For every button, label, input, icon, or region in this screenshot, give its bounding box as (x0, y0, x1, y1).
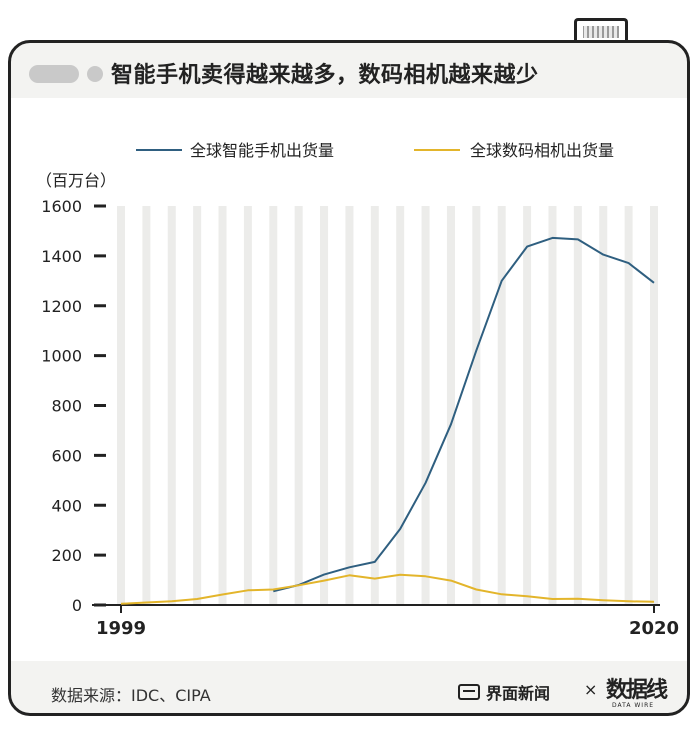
grid-band (497, 206, 506, 605)
chart-legend: 全球智能手机出货量 全球数码相机出货量 (136, 141, 614, 160)
legend-label: 全球智能手机出货量 (190, 141, 334, 160)
smartphone-series-line (273, 236, 655, 593)
grid-band (396, 206, 405, 605)
grid-band (269, 206, 278, 605)
grid-band (142, 206, 151, 605)
grid-band (243, 206, 252, 605)
grid-band (218, 206, 227, 605)
y-tick-label: 200 (51, 546, 82, 565)
chart-svg: 0 200 400 600 800 1000 1200 1400 1600 （百万台） 1999 20… (36, 141, 679, 639)
grid-band (523, 206, 532, 605)
x-tick-label: 1999 (96, 618, 146, 639)
y-tick-label: 400 (51, 496, 82, 515)
grid-band (472, 206, 481, 605)
x-tick-label: 2020 (629, 618, 679, 639)
y-tick-label: 1000 (41, 347, 82, 366)
grid-band (117, 206, 125, 605)
grid-band (548, 206, 557, 605)
legend-label: 全球数码相机出货量 (470, 141, 614, 160)
y-axis-label: （百万台） (36, 171, 116, 190)
grid-band (294, 206, 303, 605)
y-tick-label: 0 (72, 596, 82, 615)
grid-band (421, 206, 430, 605)
y-tick-label: 1400 (41, 247, 82, 266)
y-tick-label: 600 (51, 446, 82, 465)
grid-band (573, 206, 582, 605)
grid-band (167, 206, 176, 605)
grid-band (320, 206, 329, 605)
grid-band (345, 206, 354, 605)
y-tick-label: 1200 (41, 297, 82, 316)
grid-band (370, 206, 379, 605)
grid-band (599, 206, 608, 605)
y-tick-label: 1600 (41, 197, 82, 216)
grid-band (446, 206, 455, 605)
grid-band (650, 206, 658, 605)
grid-band (193, 206, 202, 605)
y-tick-label: 800 (51, 397, 82, 416)
